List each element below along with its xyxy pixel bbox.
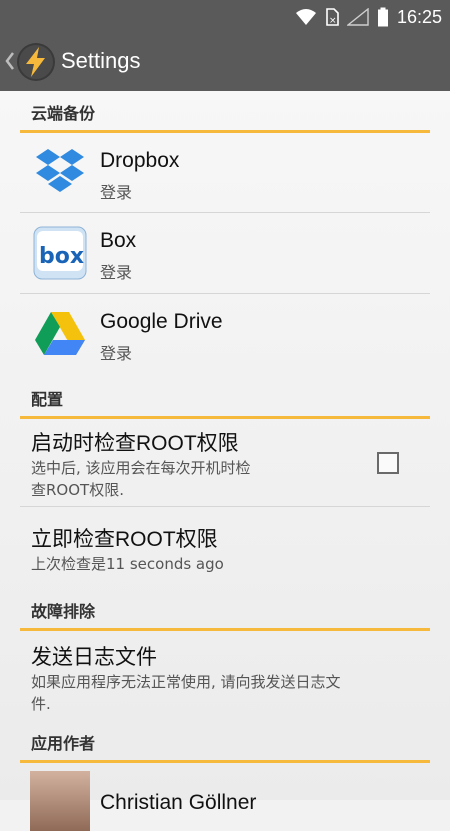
pref-summary: 选中后, 该应用会在每次开机时检 <box>31 459 251 477</box>
pref-title: 发送日志文件 <box>31 646 157 669</box>
account-item-google-drive[interactable]: Google Drive 登录 <box>20 294 430 372</box>
account-subtitle: 登录 <box>100 263 133 282</box>
category-config: 配置 <box>20 377 430 419</box>
category-title: 应用作者 <box>31 734 96 753</box>
wifi-icon <box>295 9 316 25</box>
battery-icon <box>377 7 388 27</box>
account-title: Dropbox <box>100 149 180 172</box>
avatar <box>30 771 90 831</box>
account-subtitle: 登录 <box>100 183 133 202</box>
settings-list[interactable]: 云端备份 Dropbox 登录 box Box 登录 Google Drive … <box>0 91 450 831</box>
chevron-left-icon[interactable] <box>4 50 16 72</box>
category-title: 故障排除 <box>31 602 96 621</box>
status-bar: × 16:25 <box>0 0 450 34</box>
sim-icon: × <box>326 8 339 26</box>
box-icon: box <box>33 226 87 280</box>
status-icons: × 16:25 <box>295 4 442 30</box>
lightning-app-icon[interactable] <box>16 42 56 82</box>
account-item-dropbox[interactable]: Dropbox 登录 <box>20 133 430 213</box>
pref-title: 启动时检查ROOT权限 <box>31 432 239 455</box>
status-time: 16:25 <box>396 6 442 27</box>
action-bar: Settings <box>0 34 450 91</box>
pref-summary: 如果应用程序无法正常使用, 请向我发送日志文 <box>31 673 341 691</box>
pref-summary: 查ROOT权限. <box>31 481 124 499</box>
page-title: Settings <box>61 48 141 73</box>
account-item-box[interactable]: box Box 登录 <box>20 213 430 294</box>
google-drive-icon <box>35 312 85 355</box>
category-cloud-backup: 云端备份 <box>20 91 430 133</box>
category-title: 云端备份 <box>31 104 96 123</box>
pref-check-root-now[interactable]: 立即检查ROOT权限 上次检查是11 seconds ago <box>20 507 430 587</box>
author-name: Christian Göllner <box>100 791 257 814</box>
pref-summary: 件. <box>31 695 51 713</box>
pref-send-log-file[interactable]: 发送日志文件 如果应用程序无法正常使用, 请向我发送日志文 件. <box>20 631 430 721</box>
author-item[interactable]: Christian Göllner <box>20 763 430 831</box>
dropbox-icon <box>36 149 84 192</box>
account-title: Google Drive <box>100 310 223 333</box>
category-troubleshooting: 故障排除 <box>20 589 430 631</box>
pref-check-root-on-boot[interactable]: 启动时检查ROOT权限 选中后, 该应用会在每次开机时检 查ROOT权限. <box>20 419 430 507</box>
pref-title: 立即检查ROOT权限 <box>31 528 218 551</box>
category-title: 配置 <box>31 390 64 409</box>
account-title: Box <box>100 229 137 252</box>
check-root-on-boot-checkbox[interactable] <box>377 452 399 474</box>
account-subtitle: 登录 <box>100 344 133 363</box>
svg-text:×: × <box>329 16 337 26</box>
category-author: 应用作者 <box>20 721 430 763</box>
signal-icon <box>346 8 369 26</box>
pref-summary: 上次检查是11 seconds ago <box>31 555 224 573</box>
svg-text:box: box <box>39 244 84 269</box>
